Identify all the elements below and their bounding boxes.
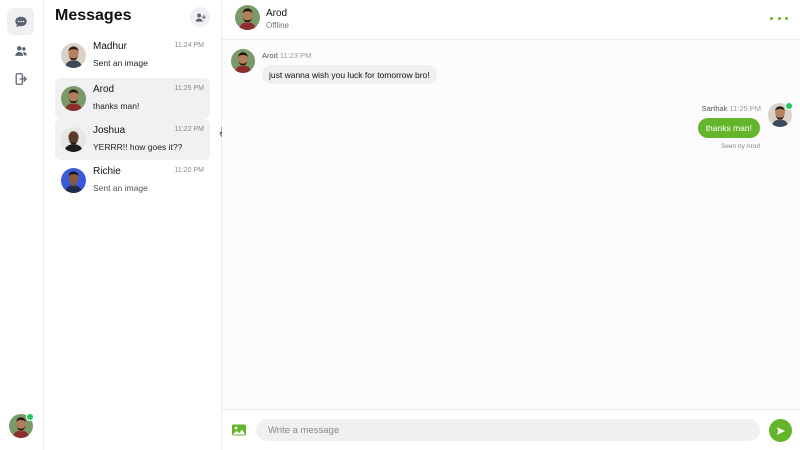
message-meta: Sarthak 11:25 PM	[702, 104, 761, 113]
conversation-name: Joshua	[93, 125, 126, 136]
sender-avatar	[231, 49, 255, 73]
seen-receipt: Seen by Arod	[720, 143, 760, 150]
nav-rail	[0, 0, 44, 450]
message-time: 11:23 PM	[279, 51, 312, 60]
chat-bubble-icon	[14, 15, 28, 29]
message-sender: Arod	[262, 51, 278, 60]
avatar	[61, 86, 86, 111]
send-icon	[776, 426, 786, 436]
new-chat-button[interactable]	[190, 7, 210, 27]
avatar	[61, 127, 86, 152]
contact-name: Arod	[266, 8, 288, 19]
send-button[interactable]	[769, 419, 792, 442]
conversation-preview: Sent an image	[93, 58, 148, 68]
message-composer	[222, 409, 800, 450]
conversation-time: 11:22 PM	[174, 126, 204, 133]
conversation-name: Richie	[93, 166, 121, 177]
attach-image-button[interactable]	[231, 422, 247, 438]
conversation-time: 11:20 PM	[174, 167, 204, 174]
page-title: Messages	[55, 7, 132, 24]
add-user-icon	[195, 12, 206, 23]
avatar	[61, 43, 86, 68]
avatar	[61, 168, 86, 193]
logout-button[interactable]	[7, 65, 34, 92]
contact-avatar[interactable]	[235, 5, 260, 30]
online-status-dot	[785, 102, 793, 110]
chat-header: Arod Offline	[222, 0, 800, 40]
contacts-nav-button[interactable]	[7, 37, 34, 64]
message-time: 11:25 PM	[729, 104, 761, 113]
image-icon	[231, 422, 247, 438]
conversation-time: 11:25 PM	[174, 85, 204, 92]
own-avatar	[768, 102, 793, 127]
outgoing-message-bubble: thanks man!	[697, 118, 760, 138]
conversation-name: Madhur	[93, 41, 127, 52]
incoming-message-bubble: just wanna wish you luck for tomorrow br…	[262, 65, 437, 84]
message-sender: Sarthak	[701, 104, 728, 113]
contact-status: Offline	[266, 21, 289, 30]
conversation-item-joshua[interactable]: Joshua 11:22 PM YERRR!! how goes it??	[55, 119, 210, 160]
online-status-dot	[26, 413, 34, 421]
conversation-item-richie[interactable]: Richie 11:20 PM Sent an image	[55, 160, 210, 201]
conversation-name: Arod	[93, 84, 115, 95]
current-user-avatar[interactable]	[9, 413, 34, 438]
message-input[interactable]	[256, 419, 760, 441]
users-icon	[14, 44, 28, 58]
conversation-time: 11:24 PM	[174, 42, 204, 49]
conversations-panel: Messages Madhur 11:24 PM Sent an image A…	[44, 0, 228, 450]
more-dots-icon	[770, 16, 773, 20]
chat-panel: Arod Offline Arod 11:23 PM just wanna wis…	[222, 0, 800, 450]
conversation-preview: Sent an image	[93, 183, 148, 193]
message-meta: Arod 11:23 PM	[262, 51, 311, 60]
conversation-preview: YERRR!! how goes it??	[93, 142, 183, 152]
conversation-item-arod[interactable]: Arod 11:25 PM thanks man!	[55, 78, 210, 119]
conversation-item-madhur[interactable]: Madhur 11:24 PM Sent an image	[55, 35, 210, 76]
conversation-preview: thanks man!	[93, 101, 140, 111]
chats-nav-button[interactable]	[7, 8, 34, 35]
logout-icon	[14, 72, 28, 86]
more-options-button[interactable]	[770, 12, 788, 24]
